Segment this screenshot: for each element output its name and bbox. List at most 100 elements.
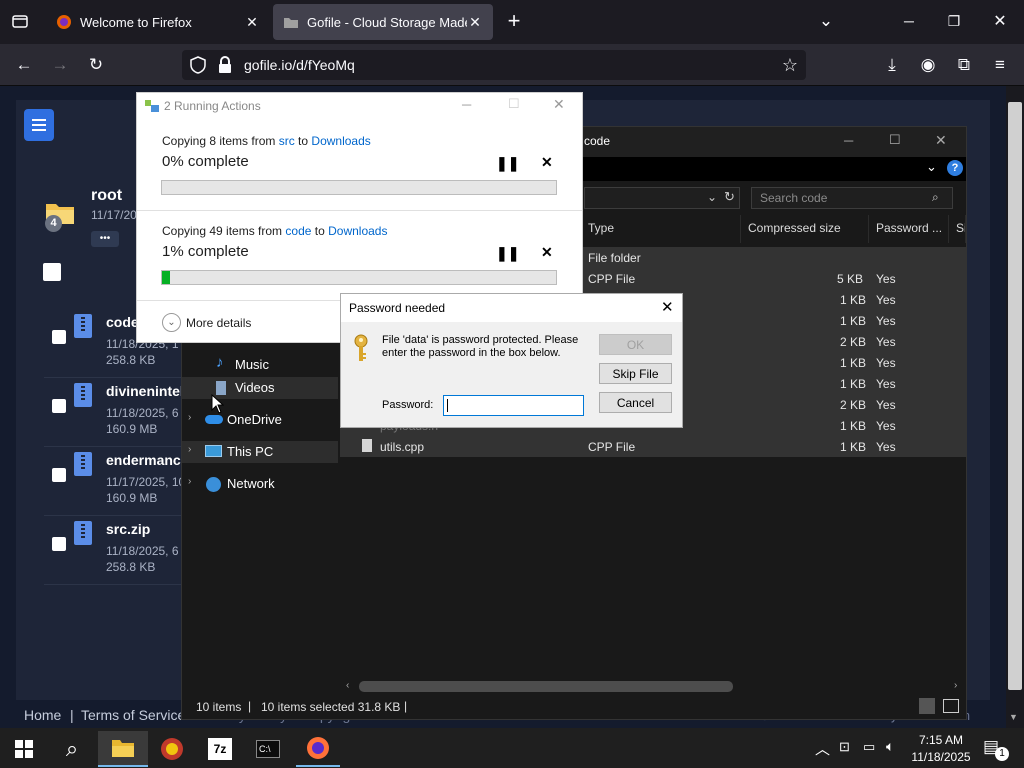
file-checkbox[interactable] <box>52 468 66 482</box>
details-view-button[interactable] <box>919 698 935 714</box>
expand-icon[interactable]: › <box>188 444 191 455</box>
start-button[interactable] <box>2 731 46 767</box>
nav-item-videos[interactable]: Videos <box>232 377 278 399</box>
terminal-taskbar-icon[interactable]: C:\ <box>246 731 290 767</box>
new-tab-button[interactable]: + <box>500 8 528 34</box>
job-source-link[interactable]: src <box>279 134 295 148</box>
explorer-minimize-button[interactable]: ─ <box>844 133 853 148</box>
file-explorer-taskbar-icon[interactable] <box>98 731 148 767</box>
file-row[interactable]: endermanch 11/17/2025, 10 160.9 MB <box>44 450 189 516</box>
downloads-icon[interactable]: ⤓ <box>878 52 906 78</box>
account-icon[interactable]: ◉ <box>914 52 942 78</box>
search-icon[interactable]: ⌕ <box>50 731 94 767</box>
explorer-search-input[interactable]: Search code <box>751 187 953 209</box>
pause-button[interactable]: ❚❚ <box>496 245 519 262</box>
horizontal-scrollbar-thumb[interactable] <box>359 681 733 692</box>
url-text[interactable]: gofile.io/d/fYeoMq <box>244 57 355 73</box>
job-source-link[interactable]: code <box>285 224 311 238</box>
scroll-down-icon[interactable]: ▼ <box>1009 712 1018 722</box>
tab-list-icon[interactable] <box>6 8 34 34</box>
reload-button[interactable]: ↻ <box>82 52 110 78</box>
refresh-icon[interactable]: ↻ <box>724 189 735 205</box>
file-name[interactable]: src.zip <box>106 521 150 537</box>
page-scrollbar-thumb[interactable] <box>1008 102 1022 690</box>
firefox-taskbar-icon[interactable] <box>296 731 340 767</box>
explorer-close-button[interactable]: ✕ <box>935 132 947 149</box>
tray-overflow-icon[interactable]: ︿ <box>815 738 830 759</box>
address-dropdown-icon[interactable]: ⌄ <box>707 190 717 204</box>
cancel-job-button[interactable]: ✕ <box>541 244 553 261</box>
nav-item-onedrive[interactable]: OneDrive <box>224 409 285 431</box>
more-details-link[interactable]: More details <box>186 316 251 330</box>
close-tab-icon[interactable]: ✕ <box>467 14 483 31</box>
explorer-maximize-button[interactable]: ☐ <box>889 132 901 148</box>
cancel-job-button[interactable]: ✕ <box>541 154 553 171</box>
file-row[interactable]: src.zip 11/18/2025, 6 258.8 KB <box>44 519 184 585</box>
restore-button[interactable]: ❐ <box>940 8 968 34</box>
file-row[interactable]: divinenintel 11/18/2025, 6 160.9 MB <box>44 381 184 447</box>
expand-icon[interactable]: › <box>188 476 191 487</box>
ribbon-expand-icon[interactable]: ⌄ <box>926 159 937 175</box>
column-header-size[interactable]: Si <box>949 215 966 243</box>
tiles-view-button[interactable] <box>943 699 959 713</box>
forward-button[interactable]: → <box>46 52 74 78</box>
password-input[interactable] <box>443 395 584 416</box>
menu-icon[interactable]: ≡ <box>986 52 1014 78</box>
extensions-icon[interactable]: ⧉ <box>950 52 978 78</box>
file-checkbox[interactable] <box>52 537 66 551</box>
skip-file-button[interactable]: Skip File <box>599 363 672 384</box>
file-name[interactable]: code <box>106 314 139 330</box>
cancel-button[interactable]: Cancel <box>599 392 672 413</box>
file-checkbox[interactable] <box>52 330 66 344</box>
pause-button[interactable]: ❚❚ <box>496 155 519 172</box>
scroll-left-icon[interactable]: ‹ <box>346 680 349 691</box>
close-tab-icon[interactable]: ✕ <box>244 14 260 31</box>
column-header-password[interactable]: Password ... <box>869 215 949 243</box>
volume-icon[interactable]: 🔈︎ <box>886 738 894 755</box>
lock-icon[interactable] <box>218 56 232 77</box>
row-compressed-size: 1 KB <box>840 377 867 391</box>
file-checkbox[interactable] <box>52 399 66 413</box>
list-row[interactable]: utils.cpp CPP File 1 KB Yes <box>340 436 966 457</box>
app-taskbar-icon[interactable] <box>150 731 194 767</box>
nav-item-network[interactable]: Network <box>224 473 278 495</box>
bookmark-star-icon[interactable]: ☆ <box>776 52 804 78</box>
network-tray-icon[interactable]: ▭ <box>863 739 875 755</box>
7zip-taskbar-icon[interactable]: 7z <box>198 731 242 767</box>
close-window-button[interactable]: ✕ <box>986 8 1014 34</box>
tab-title: Gofile - Cloud Storage Made Simple <box>307 14 467 30</box>
nav-item-music[interactable]: Music <box>232 354 272 376</box>
help-icon[interactable]: ? <box>947 160 963 176</box>
footer-terms-link[interactable]: Terms of Service <box>81 707 185 723</box>
job-destination-link[interactable]: Downloads <box>311 134 370 148</box>
nav-item-this-pc[interactable]: This PC <box>224 441 276 463</box>
videos-icon <box>216 381 226 395</box>
tab-welcome[interactable]: Welcome to Firefox ✕ <box>46 4 270 40</box>
clock-date[interactable]: 11/18/2025 <box>907 750 975 764</box>
file-date: 11/18/2025, 6 <box>106 544 179 558</box>
tray-app-icon[interactable]: ⊡ <box>839 739 850 755</box>
file-name[interactable]: endermanch <box>106 452 189 468</box>
select-all-checkbox[interactable] <box>43 263 61 281</box>
footer-home-link[interactable]: Home <box>24 707 61 723</box>
file-name[interactable]: divinenintel <box>106 383 184 399</box>
minimize-button[interactable]: ─ <box>895 8 923 34</box>
clock-time[interactable]: 7:15 AM <box>915 733 967 747</box>
actions-close-button[interactable]: ✕ <box>553 96 565 113</box>
chevron-down-icon[interactable]: ⌄ <box>812 8 840 34</box>
shield-icon[interactable] <box>190 56 206 77</box>
more-options-button[interactable]: ••• <box>91 231 119 247</box>
job-destination-link[interactable]: Downloads <box>328 224 387 238</box>
tab-gofile[interactable]: Gofile - Cloud Storage Made Simple ✕ <box>273 4 493 40</box>
actions-minimize-button[interactable]: ─ <box>462 97 471 112</box>
actions-maximize-button[interactable]: ☐ <box>508 96 520 112</box>
chevron-down-icon[interactable]: ⌄ <box>162 313 181 332</box>
scroll-right-icon[interactable]: › <box>954 680 957 691</box>
password-dialog-close-button[interactable]: ✕ <box>661 298 674 316</box>
hamburger-menu-button[interactable] <box>24 109 54 141</box>
back-button[interactable]: ← <box>10 52 38 78</box>
column-header-type[interactable]: Type <box>581 215 741 243</box>
column-header-compressed-size[interactable]: Compressed size <box>741 215 869 243</box>
ok-button[interactable]: OK <box>599 334 672 355</box>
expand-icon[interactable]: › <box>188 412 191 423</box>
